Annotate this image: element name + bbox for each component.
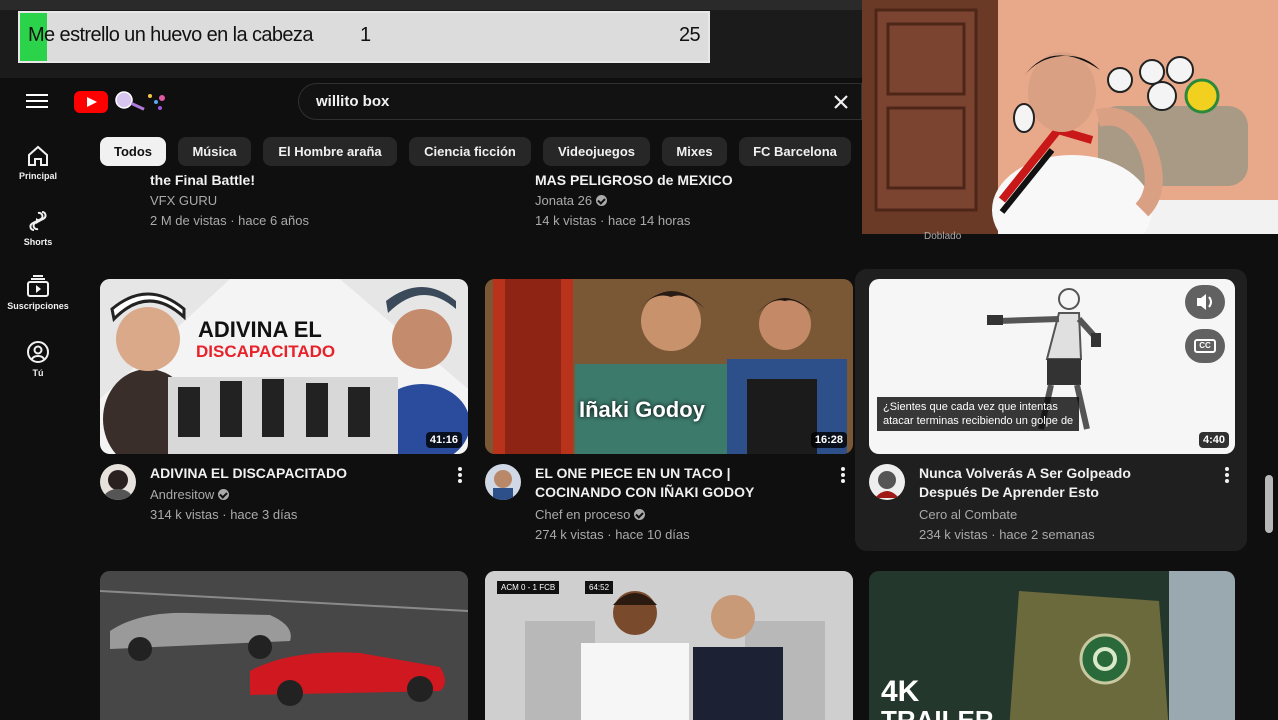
video-thumbnail[interactable]: ACM 0 - 1 FCB 64:52: [485, 571, 853, 720]
thumbnail-text-1: Iñaki Godoy: [579, 397, 705, 422]
webcam-label: Doblado: [924, 231, 962, 242]
webcam-overlay: [862, 0, 1278, 234]
video-title-line-1[interactable]: EL ONE PIECE EN UN TACO |: [535, 464, 731, 483]
subscriptions-icon: [27, 275, 49, 297]
search-box[interactable]: willito box: [298, 83, 862, 120]
account-icon: [27, 341, 49, 363]
stream-overlay-bar: Me estrello un huevo en la cabeza 1 25: [0, 0, 862, 78]
video-preview-player[interactable]: CC ¿Sientes que cada vez que intentas at…: [869, 279, 1235, 454]
channel-name[interactable]: VFX GURU: [150, 193, 217, 208]
volume-button[interactable]: [1185, 285, 1225, 319]
overlay-strip: [0, 0, 862, 10]
video-thumbnail[interactable]: 4K TRAILER: [869, 571, 1235, 720]
avatar-image: [875, 471, 899, 498]
video-duration: 4:40: [1198, 432, 1229, 448]
chip-spiderman[interactable]: El Hombre araña: [263, 137, 397, 166]
video-title[interactable]: MAS PELIGROSO de MEXICO: [535, 172, 733, 188]
video-duration: 16:28: [810, 432, 847, 448]
avatar-image: [104, 470, 132, 500]
more-actions-icon[interactable]: [1222, 466, 1232, 484]
webcam-image: [862, 0, 1278, 234]
thumbnail-image: [485, 279, 853, 454]
chip-fc-barcelona[interactable]: FC Barcelona: [739, 137, 851, 166]
search-input[interactable]: willito box: [316, 93, 389, 110]
thumbnail-text-1: ADIVINA EL: [198, 317, 322, 342]
caption-line-2: atacar terminas recibiendo un golpe de: [883, 415, 1074, 427]
chip-all[interactable]: Todos: [100, 137, 166, 166]
rail-item-shorts[interactable]: Shorts: [0, 209, 76, 247]
doodle-logo-icon[interactable]: [112, 88, 168, 114]
youtube-logo[interactable]: [74, 91, 108, 113]
channel-line: Jonata 26: [535, 193, 608, 208]
video-thumbnail[interactable]: Iñaki Godoy 16:28: [485, 279, 853, 454]
page-scrollbar-thumb[interactable]: [1265, 475, 1273, 533]
channel-line: Andresitow: [150, 487, 230, 502]
trailer-text-2: TRAILER: [881, 705, 994, 720]
video-title-line-2[interactable]: COCINANDO CON IÑAKI GODOY: [535, 483, 754, 502]
video-thumbnail[interactable]: ADIVINA EL DISCAPACITADO 41:16: [100, 279, 468, 454]
verified-icon: [634, 509, 646, 520]
verified-icon: [596, 195, 608, 206]
volume-icon: [1197, 294, 1212, 310]
scoreboard: ACM 0 - 1 FCB: [497, 581, 560, 594]
captions-icon: CC: [1194, 339, 1216, 353]
counter-text: Me estrello un huevo en la cabeza: [28, 24, 313, 46]
verified-icon: [218, 489, 230, 500]
thumbnail-image: [869, 571, 1235, 720]
video-stats: 234 k vistas · hace 2 semanas: [919, 527, 1095, 542]
home-icon: [28, 145, 48, 166]
captions-button[interactable]: CC: [1185, 329, 1225, 363]
caption-overlay: ¿Sientes que cada vez que intentas ataca…: [877, 397, 1080, 431]
avatar-image: [493, 470, 513, 500]
video-stats: 314 k vistas · hace 3 días: [150, 507, 298, 522]
channel-name[interactable]: Cero al Combate: [919, 507, 1017, 522]
chip-scifi[interactable]: Ciencia ficción: [409, 137, 531, 166]
thumbnail-text-2: DISCAPACITADO: [196, 342, 336, 361]
video-duration: 41:16: [425, 432, 462, 448]
match-clock: 64:52: [585, 581, 614, 594]
rail-item-you[interactable]: Tú: [0, 340, 76, 378]
trailer-text-1: 4K: [881, 675, 920, 708]
channel-name[interactable]: Jonata 26: [535, 193, 592, 208]
video-title-line-2[interactable]: Después De Aprender Esto: [919, 483, 1099, 502]
rail-label-you: Tú: [32, 368, 44, 378]
thumbnail-image: [100, 279, 468, 454]
channel-name[interactable]: Andresitow: [150, 487, 214, 502]
video-stats: 14 k vistas · hace 14 horas: [535, 213, 691, 228]
challenge-counter: Me estrello un huevo en la cabeza 1 25: [18, 11, 710, 63]
chip-mixes[interactable]: Mixes: [662, 137, 727, 166]
thumbnail-image: [100, 571, 468, 720]
video-stats: 274 k vistas · hace 10 días: [535, 527, 690, 542]
channel-name[interactable]: Chef en proceso: [535, 507, 630, 522]
channel-line: Chef en proceso: [535, 507, 646, 522]
more-actions-icon[interactable]: [455, 466, 465, 484]
more-actions-icon[interactable]: [838, 466, 848, 484]
video-stats: 2 M de vistas · hace 6 años: [150, 213, 309, 228]
video-title-line-1[interactable]: Nunca Volverás A Ser Golpeado: [919, 464, 1131, 483]
chip-music[interactable]: Música: [178, 137, 251, 166]
channel-avatar[interactable]: [485, 464, 521, 500]
counter-current: 1: [360, 24, 371, 46]
video-title[interactable]: ADIVINA EL DISCAPACITADO: [150, 464, 347, 483]
counter-goal: 25: [678, 24, 701, 46]
rail-label-home: Principal: [18, 171, 57, 181]
channel-avatar[interactable]: [100, 464, 136, 500]
video-title[interactable]: the Final Battle!: [150, 172, 255, 188]
rail-label-subscriptions: Suscripciones: [7, 301, 69, 311]
shorts-icon: [29, 211, 47, 231]
channel-avatar[interactable]: [869, 464, 905, 500]
chip-videogames[interactable]: Videojuegos: [543, 137, 650, 166]
rail-item-home[interactable]: Principal: [0, 145, 76, 181]
rail-item-subscriptions[interactable]: Suscripciones: [0, 275, 76, 311]
guide-menu-button[interactable]: [24, 90, 50, 112]
clear-search-icon[interactable]: [831, 92, 851, 112]
rail-label-shorts: Shorts: [23, 237, 53, 247]
caption-line-1: ¿Sientes que cada vez que intentas: [883, 401, 1058, 413]
video-thumbnail[interactable]: [100, 571, 468, 720]
